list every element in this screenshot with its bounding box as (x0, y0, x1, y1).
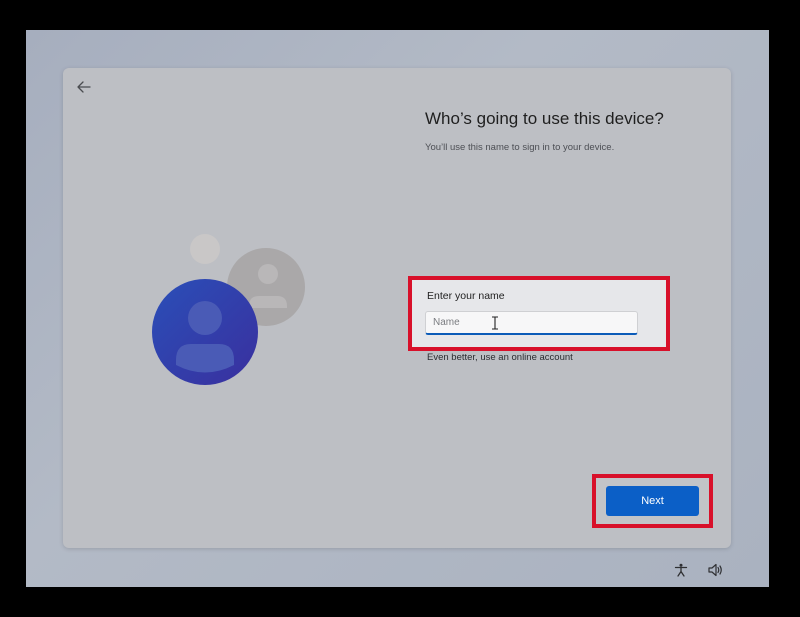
page-subtitle: You’ll use this name to sign in to your … (425, 142, 615, 153)
back-button[interactable] (73, 76, 95, 98)
name-field-group: Enter your name (408, 276, 670, 351)
primary-avatar (152, 279, 258, 385)
volume-button[interactable] (707, 562, 723, 578)
name-input[interactable] (425, 311, 638, 335)
online-account-link[interactable]: Even better, use an online account (427, 352, 573, 363)
accessibility-icon (674, 563, 688, 577)
page-title: Who’s going to use this device? (425, 109, 664, 128)
volume-icon (707, 563, 722, 577)
next-button[interactable]: Next (606, 486, 699, 516)
setup-screen: Who’s going to use this device? You’ll u… (26, 30, 769, 587)
next-button-highlight: Next (592, 474, 713, 528)
name-field-label: Enter your name (427, 290, 505, 302)
setup-card: Who’s going to use this device? You’ll u… (63, 68, 731, 548)
small-dot (190, 234, 220, 264)
accessibility-button[interactable] (673, 562, 689, 578)
back-arrow-icon (77, 81, 91, 93)
secondary-avatar (227, 248, 305, 326)
